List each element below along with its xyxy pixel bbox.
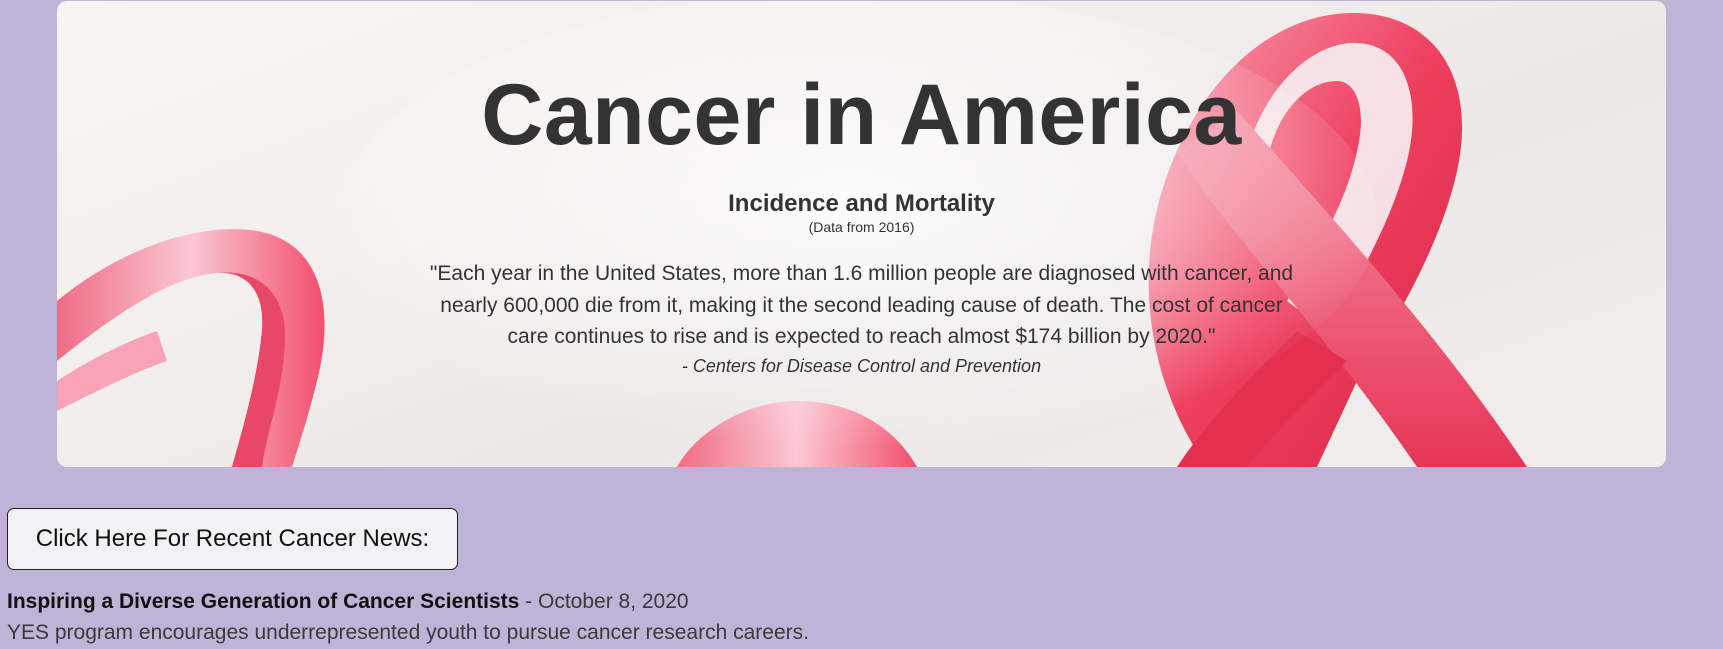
news-headline[interactable]: Inspiring a Diverse Generation of Cancer… bbox=[7, 590, 519, 613]
news-summary: YES program encourages underrepresented … bbox=[7, 621, 809, 644]
hero-banner: Cancer in America Incidence and Mortalit… bbox=[57, 1, 1666, 467]
hero-subtitle: Incidence and Mortality bbox=[728, 190, 995, 217]
news-date: October 8, 2020 bbox=[538, 590, 689, 613]
news-separator: - bbox=[519, 590, 538, 613]
quote-attribution: - Centers for Disease Control and Preven… bbox=[681, 356, 1042, 376]
cdc-quote: "Each year in the United States, more th… bbox=[429, 262, 1294, 348]
data-date-note: (Data from 2016) bbox=[808, 219, 915, 235]
page-title: Cancer in America bbox=[481, 67, 1242, 163]
recent-news-button[interactable]: Click Here For Recent Cancer News: bbox=[7, 508, 458, 570]
news-item: Inspiring a Diverse Generation of Cancer… bbox=[7, 586, 1507, 648]
